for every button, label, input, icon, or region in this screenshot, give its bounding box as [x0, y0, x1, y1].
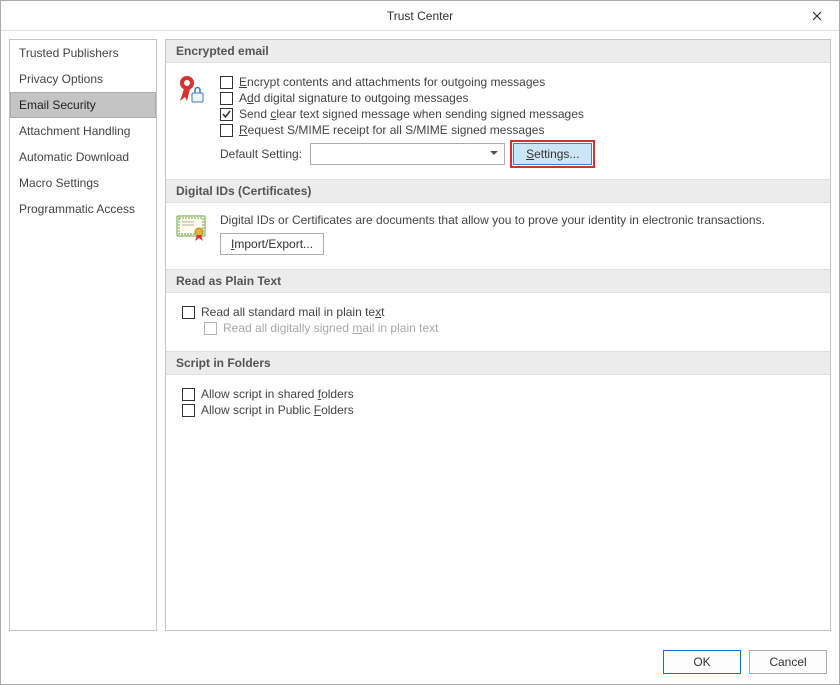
group-body-digital-ids: Digital IDs or Certificates are document… [166, 203, 830, 269]
default-setting-label: Default Setting: [220, 147, 302, 161]
option-script-shared[interactable]: Allow script in shared folders [176, 387, 820, 401]
sidebar-item-programmatic-access[interactable]: Programmatic Access [10, 196, 156, 222]
option-smime-receipt[interactable]: Request S/MIME receipt for all S/MIME si… [220, 123, 820, 137]
titlebar: Trust Center [1, 1, 839, 31]
option-add-signature[interactable]: Add digital signature to outgoing messag… [220, 91, 820, 105]
option-encrypt-contents[interactable]: Encrypt contents and attachments for out… [220, 75, 820, 89]
dialog-footer: OK Cancel [1, 639, 839, 684]
certificate-icon [176, 213, 206, 241]
category-sidebar: Trusted Publishers Privacy Options Email… [9, 39, 157, 631]
group-header-encrypted-email: Encrypted email [166, 40, 830, 63]
checkbox-script-shared[interactable] [182, 388, 195, 401]
cancel-button[interactable]: Cancel [749, 650, 827, 674]
label-smime-receipt: Request S/MIME receipt for all S/MIME si… [239, 123, 544, 137]
group-header-script-folders: Script in Folders [166, 351, 830, 375]
chevron-down-icon [488, 147, 500, 162]
checkbox-smime-receipt[interactable] [220, 124, 233, 137]
checkbox-add-signature[interactable] [220, 92, 233, 105]
option-script-public[interactable]: Allow script in Public Folders [176, 403, 820, 417]
sidebar-item-trusted-publishers[interactable]: Trusted Publishers [10, 40, 156, 66]
checkbox-read-plain[interactable] [182, 306, 195, 319]
main-panel: Encrypted email Encrypt contents and att… [165, 39, 831, 631]
group-body-plain-text: Read all standard mail in plain text Rea… [166, 293, 830, 351]
label-read-signed-plain: Read all digitally signed mail in plain … [223, 321, 438, 335]
group-body-script-folders: Allow script in shared folders Allow scr… [166, 375, 830, 433]
label-encrypt-contents: Encrypt contents and attachments for out… [239, 75, 545, 89]
checkbox-read-signed-plain [204, 322, 217, 335]
sidebar-item-privacy-options[interactable]: Privacy Options [10, 66, 156, 92]
settings-button[interactable]: Settings... [513, 143, 592, 165]
close-icon [812, 11, 822, 21]
option-read-signed-plain: Read all digitally signed mail in plain … [198, 321, 820, 335]
sidebar-item-email-security[interactable]: Email Security [10, 92, 156, 118]
sidebar-item-macro-settings[interactable]: Macro Settings [10, 170, 156, 196]
option-clear-text[interactable]: Send clear text signed message when send… [220, 107, 820, 121]
digital-ids-description: Digital IDs or Certificates are document… [220, 213, 820, 227]
trust-center-window: Trust Center Trusted Publishers Privacy … [0, 0, 840, 685]
close-button[interactable] [794, 1, 839, 31]
label-script-shared: Allow script in shared folders [201, 387, 354, 401]
option-read-plain[interactable]: Read all standard mail in plain text [176, 305, 820, 319]
import-export-button[interactable]: Import/Export... [220, 233, 324, 255]
label-read-plain: Read all standard mail in plain text [201, 305, 384, 319]
default-setting-combobox[interactable] [310, 143, 505, 165]
group-header-plain-text: Read as Plain Text [166, 269, 830, 293]
checkbox-clear-text[interactable] [220, 108, 233, 121]
group-header-digital-ids: Digital IDs (Certificates) [166, 179, 830, 203]
checkbox-encrypt-contents[interactable] [220, 76, 233, 89]
ok-button[interactable]: OK [663, 650, 741, 674]
encrypted-email-icon [176, 73, 206, 105]
sidebar-item-attachment-handling[interactable]: Attachment Handling [10, 118, 156, 144]
checkbox-script-public[interactable] [182, 404, 195, 417]
window-title: Trust Center [387, 9, 453, 23]
label-clear-text: Send clear text signed message when send… [239, 107, 584, 121]
default-setting-row: Default Setting: Settings... [220, 143, 820, 165]
label-script-public: Allow script in Public Folders [201, 403, 354, 417]
label-add-signature: Add digital signature to outgoing messag… [239, 91, 469, 105]
sidebar-item-automatic-download[interactable]: Automatic Download [10, 144, 156, 170]
group-body-encrypted-email: Encrypt contents and attachments for out… [166, 63, 830, 179]
dialog-body: Trusted Publishers Privacy Options Email… [1, 31, 839, 639]
